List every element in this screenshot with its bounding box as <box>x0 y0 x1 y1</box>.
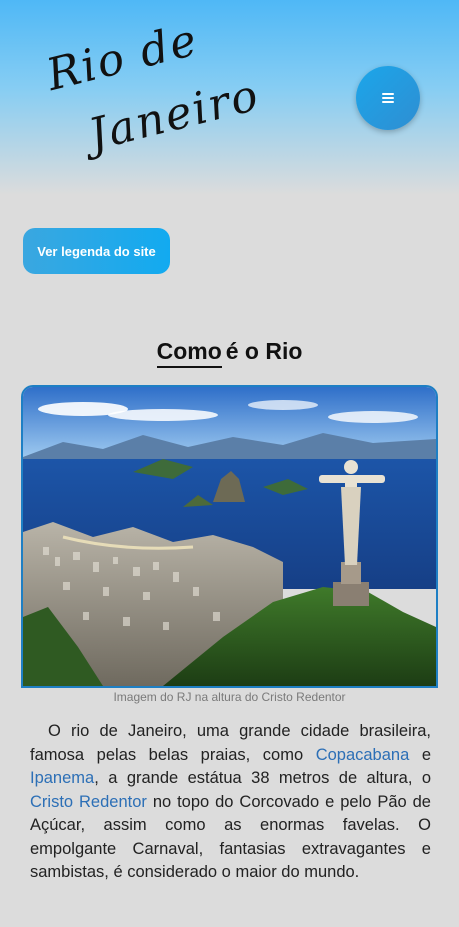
section-title-rest: é o Rio <box>225 338 303 364</box>
copacabana-link[interactable]: Copacabana <box>316 746 410 764</box>
image-caption: Imagem do RJ na altura do Cristo Redento… <box>113 690 346 704</box>
menu-button[interactable] <box>356 66 420 130</box>
section-title: Como é o Rio <box>0 338 459 368</box>
header: Rio de Janeiro <box>0 0 459 195</box>
page: Rio de Janeiro Ver legenda do site Como é… <box>0 0 459 927</box>
paragraph-text-2: e <box>409 745 432 764</box>
rio-illustration <box>23 387 436 686</box>
rio-description: O rio de Janeiro, uma grande cidade bras… <box>30 720 431 885</box>
cristo-redentor-link[interactable]: Cristo Redentor <box>30 793 147 811</box>
paragraph-text-3: , a grande estátua 38 metros de altura, … <box>94 769 431 787</box>
hamburger-icon <box>382 93 394 103</box>
section-title-underlined: Como <box>156 338 222 368</box>
site-logo[interactable]: Rio de Janeiro <box>42 14 265 190</box>
legend-button[interactable]: Ver legenda do site <box>23 228 170 274</box>
rio-photo <box>21 385 438 688</box>
ipanema-link[interactable]: Ipanema <box>30 769 94 787</box>
